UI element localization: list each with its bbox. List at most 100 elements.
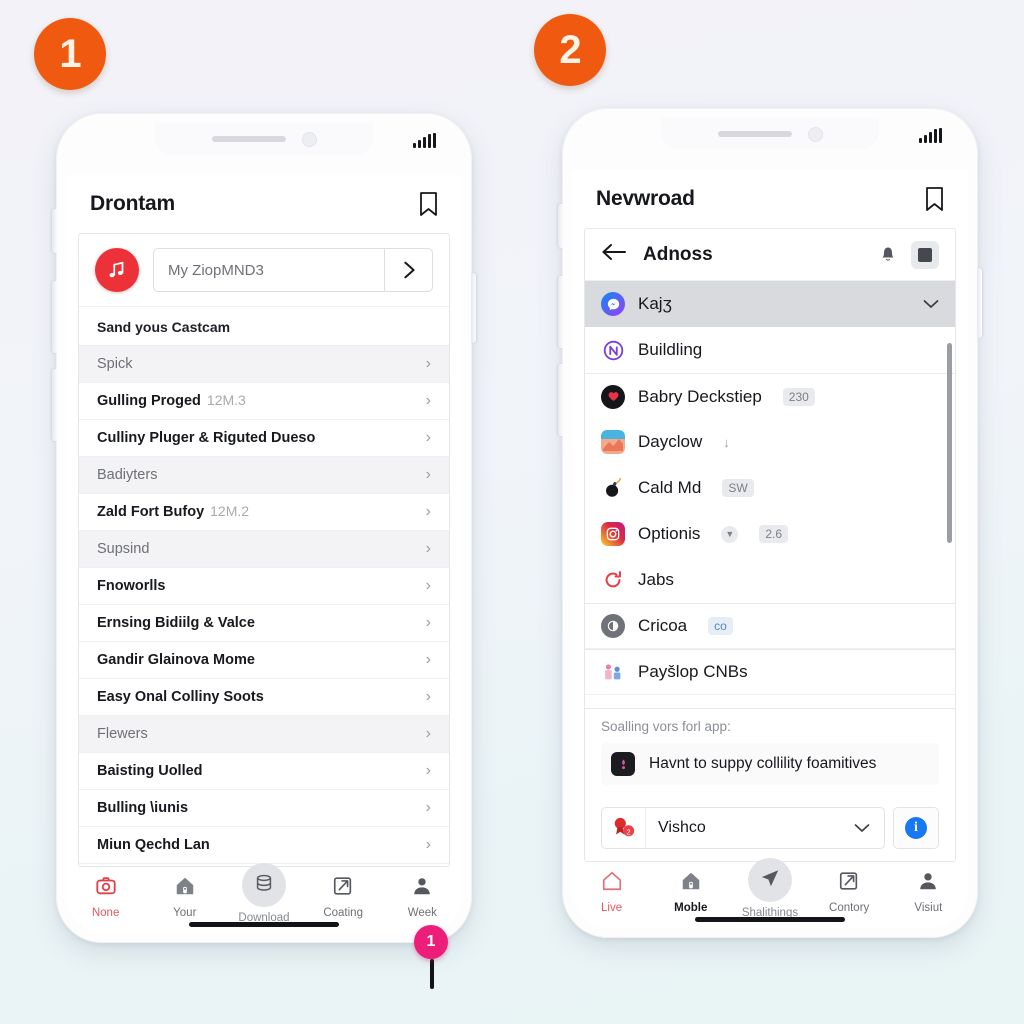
- list-item[interactable]: Easy Onal Colliny Soots ›: [79, 679, 449, 716]
- info-button[interactable]: i: [893, 807, 939, 849]
- app-list-item[interactable]: Cald Md SW: [585, 465, 955, 511]
- tab-live[interactable]: Live: [572, 870, 651, 914]
- phone2-sub-header: Adnoss: [585, 229, 955, 281]
- phone2-volume-down-button[interactable]: [558, 364, 563, 436]
- chevron-right-icon[interactable]: ›: [426, 652, 431, 668]
- chevron-right-icon[interactable]: ›: [426, 467, 431, 483]
- chevron-right-icon[interactable]: ›: [426, 615, 431, 631]
- step-badge-1: 1: [34, 18, 106, 90]
- pin-stem-1: [430, 959, 434, 989]
- chevron-right-icon[interactable]: ›: [426, 430, 431, 446]
- tab-your[interactable]: Your: [145, 875, 224, 919]
- phone1-mute-button[interactable]: [52, 209, 57, 253]
- app-list-item[interactable]: Jabs: [585, 557, 955, 603]
- phone1-list[interactable]: Spick › Gulling Proged 12M.3 › Culliny Pluger…: [79, 345, 449, 866]
- tag-icon[interactable]: [419, 192, 438, 216]
- tab-none[interactable]: None: [66, 875, 145, 919]
- list-item[interactable]: Culliny Pluger & Riguted Dueso ›: [79, 420, 449, 457]
- phone2-tab-bar[interactable]: Live Moble Shalithings Contory Visiut: [572, 858, 968, 928]
- app-list-item-label: Cald Md: [638, 478, 702, 497]
- chevron-right-icon[interactable]: ›: [426, 393, 431, 409]
- tab-moble[interactable]: Moble: [651, 870, 730, 914]
- tab-week[interactable]: Week: [383, 875, 462, 919]
- phone1-volume-down-button[interactable]: [52, 369, 57, 441]
- list-scrollbar[interactable]: [947, 343, 952, 543]
- phone1-tab-bar[interactable]: None Your Download Coating Week: [66, 863, 462, 933]
- chevron-right-icon[interactable]: ›: [426, 578, 431, 594]
- list-item-label: Supsind: [97, 541, 150, 557]
- app-list-item[interactable]: Dayclow ↓: [585, 419, 955, 465]
- app-list-item[interactable]: Kajʒ: [585, 281, 955, 327]
- chevron-right-icon[interactable]: ›: [426, 763, 431, 779]
- square-glyph: [918, 247, 932, 262]
- chevron-right-icon[interactable]: ›: [426, 726, 431, 742]
- camera-icon: [95, 875, 117, 902]
- list-item[interactable]: Fnoworlls ›: [79, 568, 449, 605]
- tab-coating[interactable]: Coating: [304, 875, 383, 919]
- step-badge-2-number: 2: [559, 27, 581, 72]
- send-icon: [759, 867, 781, 894]
- list-item[interactable]: Gandir Glainova Mome ›: [79, 642, 449, 679]
- tab-label: Coating: [323, 907, 363, 919]
- music-note-icon[interactable]: [95, 248, 139, 292]
- chevron-down-icon[interactable]: ▼: [721, 525, 739, 543]
- phone2-status-bar: [572, 118, 968, 170]
- list-item[interactable]: Miun Qechd Lan ›: [79, 827, 449, 864]
- tab-shalithings[interactable]: Shalithings: [730, 858, 809, 919]
- chevron-right-icon[interactable]: [384, 249, 432, 291]
- app-list-item[interactable]: Cricoa co: [585, 603, 955, 649]
- app-list-item[interactable]: Payšlop CNBs: [585, 649, 955, 695]
- phone1-volume-up-button[interactable]: [52, 281, 57, 353]
- phone2-app-list[interactable]: Kajʒ Buildling Babry Deckstiep 230 Dayclow ↓ C…: [585, 281, 955, 708]
- chevron-right-icon[interactable]: ›: [426, 504, 431, 520]
- phone2-mute-button[interactable]: [558, 204, 563, 248]
- list-item[interactable]: Ernsing Bidiilg & Valce ›: [79, 605, 449, 642]
- chevron-right-icon[interactable]: ›: [426, 837, 431, 853]
- phone1-search-box[interactable]: My ZiopMND3: [153, 248, 433, 292]
- list-item[interactable]: Supsind ›: [79, 531, 449, 568]
- list-item[interactable]: Flewers ›: [79, 716, 449, 753]
- list-item[interactable]: Zald Fort Bufoy 12M.2 ›: [79, 494, 449, 531]
- vendor-select-value: Vishco: [658, 819, 706, 836]
- chevron-right-icon[interactable]: ›: [426, 541, 431, 557]
- chevron-down-icon[interactable]: [923, 296, 939, 313]
- info-icon: i: [905, 817, 927, 839]
- arrow-left-icon[interactable]: [601, 242, 627, 267]
- chevron-down-icon[interactable]: [854, 820, 884, 836]
- list-item[interactable]: Spick ›: [79, 346, 449, 383]
- hint-row[interactable]: Havnt to suppy collility foamitives: [601, 743, 939, 785]
- tab-visiut[interactable]: Visiut: [889, 870, 968, 914]
- phone2-notch: [661, 118, 879, 150]
- list-item[interactable]: Bulling \iunis ›: [79, 790, 449, 827]
- vendor-select[interactable]: 2 Vishco: [601, 807, 885, 849]
- tab-download[interactable]: Download: [224, 863, 303, 924]
- square-button-icon[interactable]: [911, 240, 939, 269]
- front-camera-icon: [301, 131, 317, 147]
- list-item[interactable]: Badiyters ›: [79, 457, 449, 494]
- database-icon: [253, 872, 275, 899]
- phone2-power-button[interactable]: [977, 268, 982, 338]
- app-list-item-label: Jabs: [638, 570, 674, 589]
- list-item[interactable]: Gulling Proged 12M.3 ›: [79, 383, 449, 420]
- list-item-label: Spick: [97, 356, 133, 372]
- search-input[interactable]: My ZiopMND3: [154, 249, 384, 291]
- fab-database-icon[interactable]: [241, 863, 286, 907]
- bell-icon[interactable]: [881, 246, 895, 263]
- chevron-right-icon[interactable]: ›: [426, 800, 431, 816]
- chevron-right-icon[interactable]: ›: [426, 356, 431, 372]
- list-item-label: Fnoworlls: [97, 578, 166, 594]
- svg-text:2: 2: [626, 827, 630, 836]
- list-item-label: Zald Fort Bufoy: [97, 504, 205, 520]
- tab-label: Visiut: [914, 902, 943, 914]
- tag-icon[interactable]: [925, 187, 944, 211]
- fab-send-icon[interactable]: [747, 858, 792, 902]
- home-icon: [680, 870, 702, 897]
- app-list-item[interactable]: Buildling: [585, 327, 955, 373]
- list-item[interactable]: Baisting Uolled ›: [79, 753, 449, 790]
- tab-contory[interactable]: Contory: [810, 870, 889, 914]
- chevron-right-icon[interactable]: ›: [426, 689, 431, 705]
- phone1-power-button[interactable]: [471, 273, 476, 343]
- phone2-volume-up-button[interactable]: [558, 276, 563, 348]
- app-list-item[interactable]: Babry Deckstiep 230: [585, 373, 955, 419]
- app-list-item[interactable]: Optionis ▼ 2.6: [585, 511, 955, 557]
